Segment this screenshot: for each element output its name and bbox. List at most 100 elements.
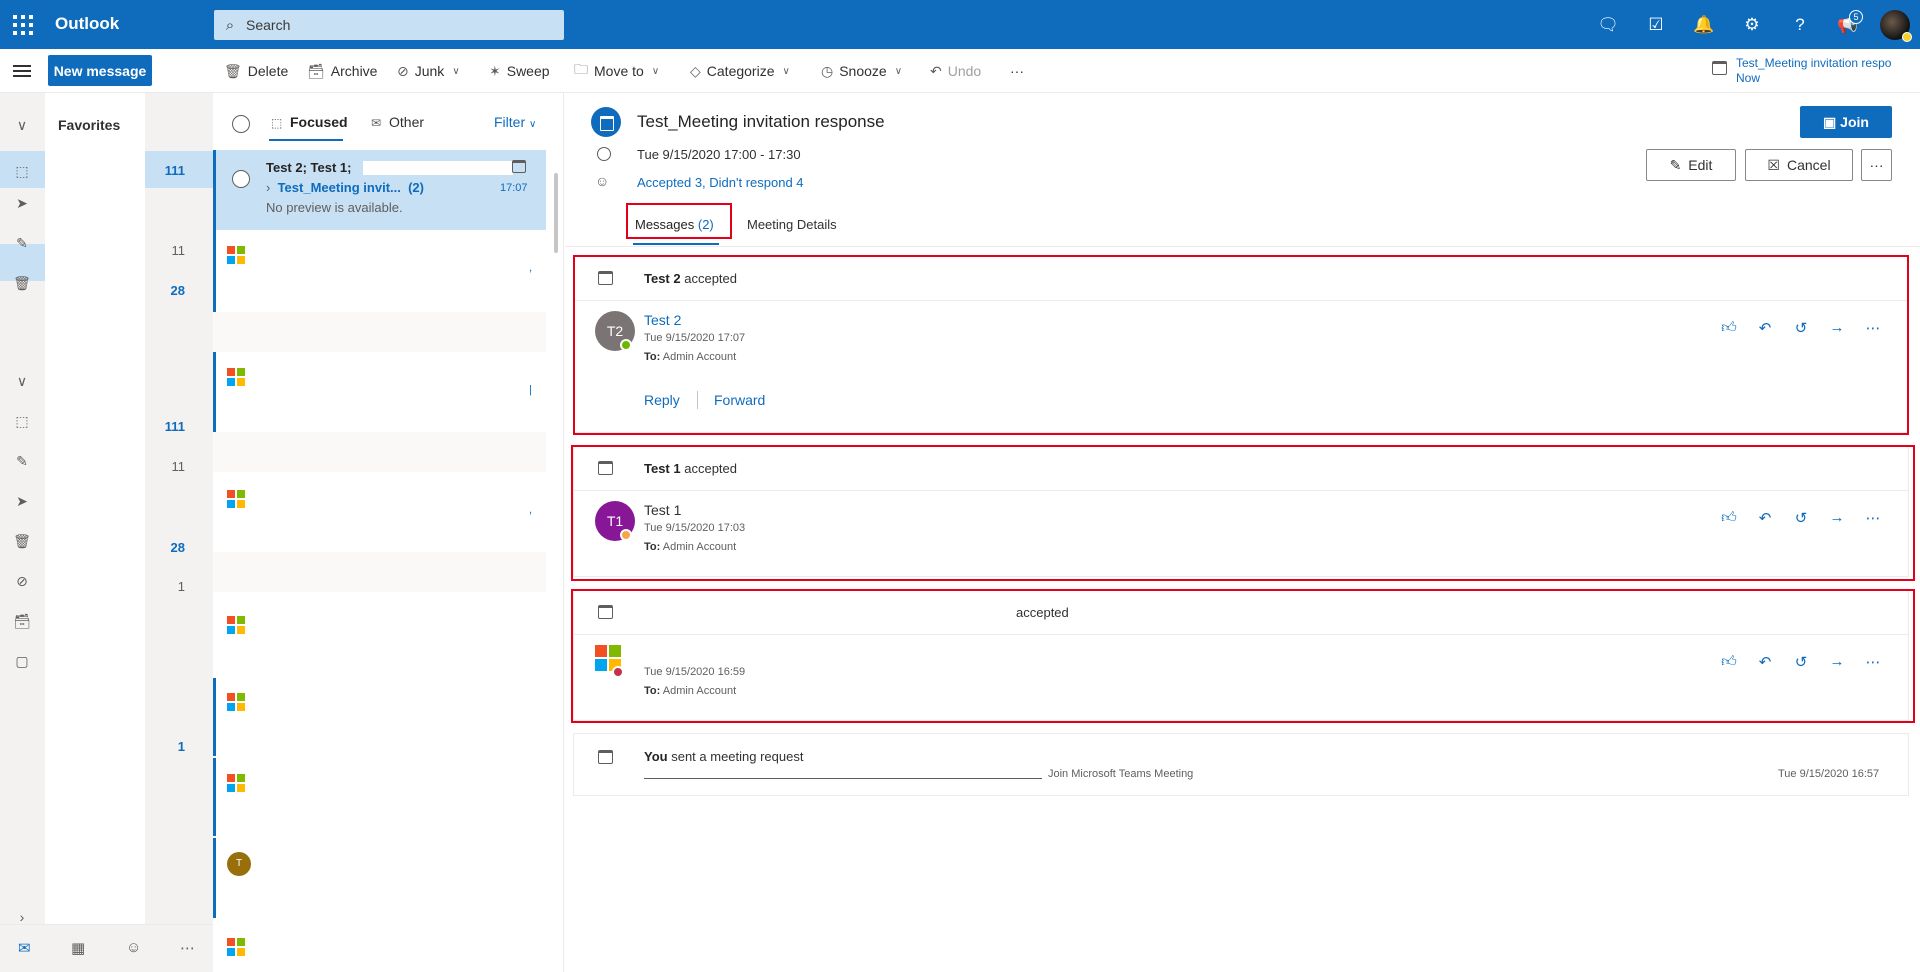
list-item[interactable]: [213, 592, 546, 672]
list-item-selected[interactable]: Test 2; Test 1; › Test_Meeting invit... …: [213, 150, 546, 230]
sent-icon[interactable]: ➤: [12, 193, 32, 213]
list-item[interactable]: T: [213, 838, 546, 918]
tab-focused[interactable]: Focused: [290, 114, 348, 130]
archive-button[interactable]: 🗃 Archive: [307, 59, 377, 83]
event-subject: Test_Meeting invitation response: [637, 112, 885, 131]
tab-messages-underline: [633, 243, 719, 245]
pencil-icon[interactable]: ✎: [12, 233, 32, 253]
select-all-checkbox[interactable]: [232, 115, 250, 133]
event-icon: [591, 107, 621, 137]
list-item[interactable]: [213, 758, 546, 836]
categorize-label: Categorize: [706, 63, 775, 79]
bell-icon[interactable]: 🔔: [1691, 12, 1717, 38]
highlight-box: [571, 445, 1915, 581]
list-item[interactable]: [213, 552, 546, 592]
list-item[interactable]: [213, 918, 546, 972]
chevron-down-icon[interactable]: ∨: [12, 115, 32, 135]
folder-rail: ∨ ⬚ ➤ ✎ 🗑 ∨ ⬚ ✎ ➤ 🗑 ⊘ 🗃 ▢ ›: [0, 93, 45, 972]
folder-pane: Favorites: [45, 93, 145, 972]
more-actions-button[interactable]: ···: [1010, 59, 1024, 83]
hamburger-icon[interactable]: [13, 65, 31, 77]
pencil-icon[interactable]: ✎: [12, 451, 32, 471]
mail-icon[interactable]: ✉: [18, 939, 31, 957]
chevron-down-icon[interactable]: ∨: [452, 66, 459, 77]
move-to-label: Move to: [594, 63, 644, 79]
reading-pane: Test_Meeting invitation response Tue 9/1…: [565, 93, 1920, 972]
snooze-button[interactable]: ◷ Snooze ∨: [821, 59, 902, 83]
row-subject: › Test_Meeting invit... (2): [266, 180, 424, 195]
archive-icon[interactable]: 🗃: [12, 611, 32, 631]
join-button[interactable]: ▣ Join: [1800, 106, 1892, 138]
tab-meeting-details[interactable]: Meeting Details: [747, 217, 837, 232]
chevron-right-icon[interactable]: ›: [266, 180, 270, 195]
help-icon[interactable]: ?: [1787, 12, 1813, 38]
trash-icon[interactable]: 🗑: [12, 273, 32, 293]
cancel-meeting-button[interactable]: ☒ Cancel: [1745, 149, 1853, 181]
teams-link-text: Join Microsoft Teams Meeting: [1048, 768, 1194, 780]
block-icon: ⊘: [397, 62, 409, 79]
junk-button[interactable]: ⊘ Junk ∨: [397, 59, 460, 83]
tab-messages[interactable]: Messages (2): [635, 217, 714, 232]
sent-action: sent a meeting request: [671, 749, 804, 764]
people-icon[interactable]: ☺: [126, 939, 141, 956]
top-bar: Outlook ⌕ 🗨 ☑ 🔔 ⚙ ? 📢 5: [0, 0, 1920, 49]
teams-chat-icon[interactable]: 🗨: [1595, 12, 1621, 38]
envelope-icon: ✉: [371, 116, 382, 130]
notes-icon[interactable]: ▢: [12, 651, 32, 671]
more-options-button[interactable]: ···: [1861, 149, 1892, 181]
list-item[interactable]: ,: [213, 472, 546, 552]
separator-line: [644, 771, 1042, 779]
list-item[interactable]: [213, 678, 546, 756]
my-day-icon[interactable]: ☑: [1643, 12, 1669, 38]
presence-away-icon: [1902, 32, 1912, 42]
move-to-button[interactable]: 🗀 Move to ∨: [574, 59, 659, 83]
new-message-button[interactable]: New message: [48, 55, 152, 86]
gear-icon[interactable]: ⚙: [1739, 12, 1765, 38]
row-checkbox[interactable]: [232, 170, 250, 188]
list-item[interactable]: [213, 312, 546, 352]
categorize-button[interactable]: ◇ Categorize ∨: [690, 59, 790, 83]
filter-button[interactable]: Filter ∨: [494, 114, 536, 130]
calendar-icon: [1712, 61, 1727, 75]
event-time: Tue 9/15/2020 17:00 - 17:30: [637, 147, 801, 162]
trash-icon[interactable]: 🗑: [12, 531, 32, 551]
tab-other[interactable]: Other: [389, 114, 424, 130]
calendar-icon[interactable]: ▦: [71, 939, 85, 957]
inbox-icon[interactable]: ⬚: [12, 411, 32, 431]
chevron-down-icon[interactable]: ∨: [12, 371, 32, 391]
reminder-notification[interactable]: Test_Meeting invitation respo Now: [1712, 54, 1912, 88]
clock-icon: [597, 147, 611, 161]
row-sender: Test 2; Test 1;: [266, 160, 352, 175]
search-box[interactable]: ⌕: [214, 10, 564, 40]
edit-button[interactable]: ✎ Edit: [1646, 149, 1736, 181]
sweep-button[interactable]: ✶ Sweep: [489, 59, 550, 83]
chevron-down-icon[interactable]: ∨: [782, 66, 789, 77]
app-launcher-icon[interactable]: [10, 12, 36, 38]
teams-icon: ▣: [1823, 113, 1837, 130]
filter-label: Filter: [494, 114, 526, 130]
microsoft-logo-icon: [227, 616, 245, 634]
more-apps-icon[interactable]: ⋯: [180, 939, 195, 957]
tab-messages-label: Messages: [635, 217, 695, 232]
block-icon[interactable]: ⊘: [12, 571, 32, 591]
sent-icon[interactable]: ➤: [12, 491, 32, 511]
calendar-icon: [598, 750, 613, 764]
list-item[interactable]: |: [213, 352, 546, 432]
folder-counts: [145, 93, 213, 972]
chevron-down-icon[interactable]: ∨: [652, 66, 659, 77]
inbox-icon[interactable]: ⬚: [12, 161, 32, 181]
chevron-down-icon[interactable]: ∨: [895, 66, 902, 77]
list-scrollbar[interactable]: [554, 173, 558, 253]
sent-request-card[interactable]: You sent a meeting request Join Microsof…: [573, 733, 1909, 796]
folder-count: 1: [177, 739, 185, 754]
list-item[interactable]: [213, 432, 546, 472]
attendee-summary-link[interactable]: Accepted 3, Didn't respond 4: [637, 175, 804, 190]
list-item[interactable]: ,: [213, 230, 546, 312]
undo-button[interactable]: ↶ Undo: [930, 59, 981, 83]
app-title[interactable]: Outlook: [55, 14, 119, 34]
delete-button[interactable]: 🗑 Delete: [224, 59, 288, 83]
delete-label: Delete: [247, 63, 289, 79]
search-input[interactable]: [246, 17, 546, 33]
favorites-label[interactable]: Favorites: [58, 117, 120, 133]
command-bar: New message 🗑 Delete 🗃 Archive ⊘ Junk ∨ ✶ Swe…: [0, 49, 1920, 93]
